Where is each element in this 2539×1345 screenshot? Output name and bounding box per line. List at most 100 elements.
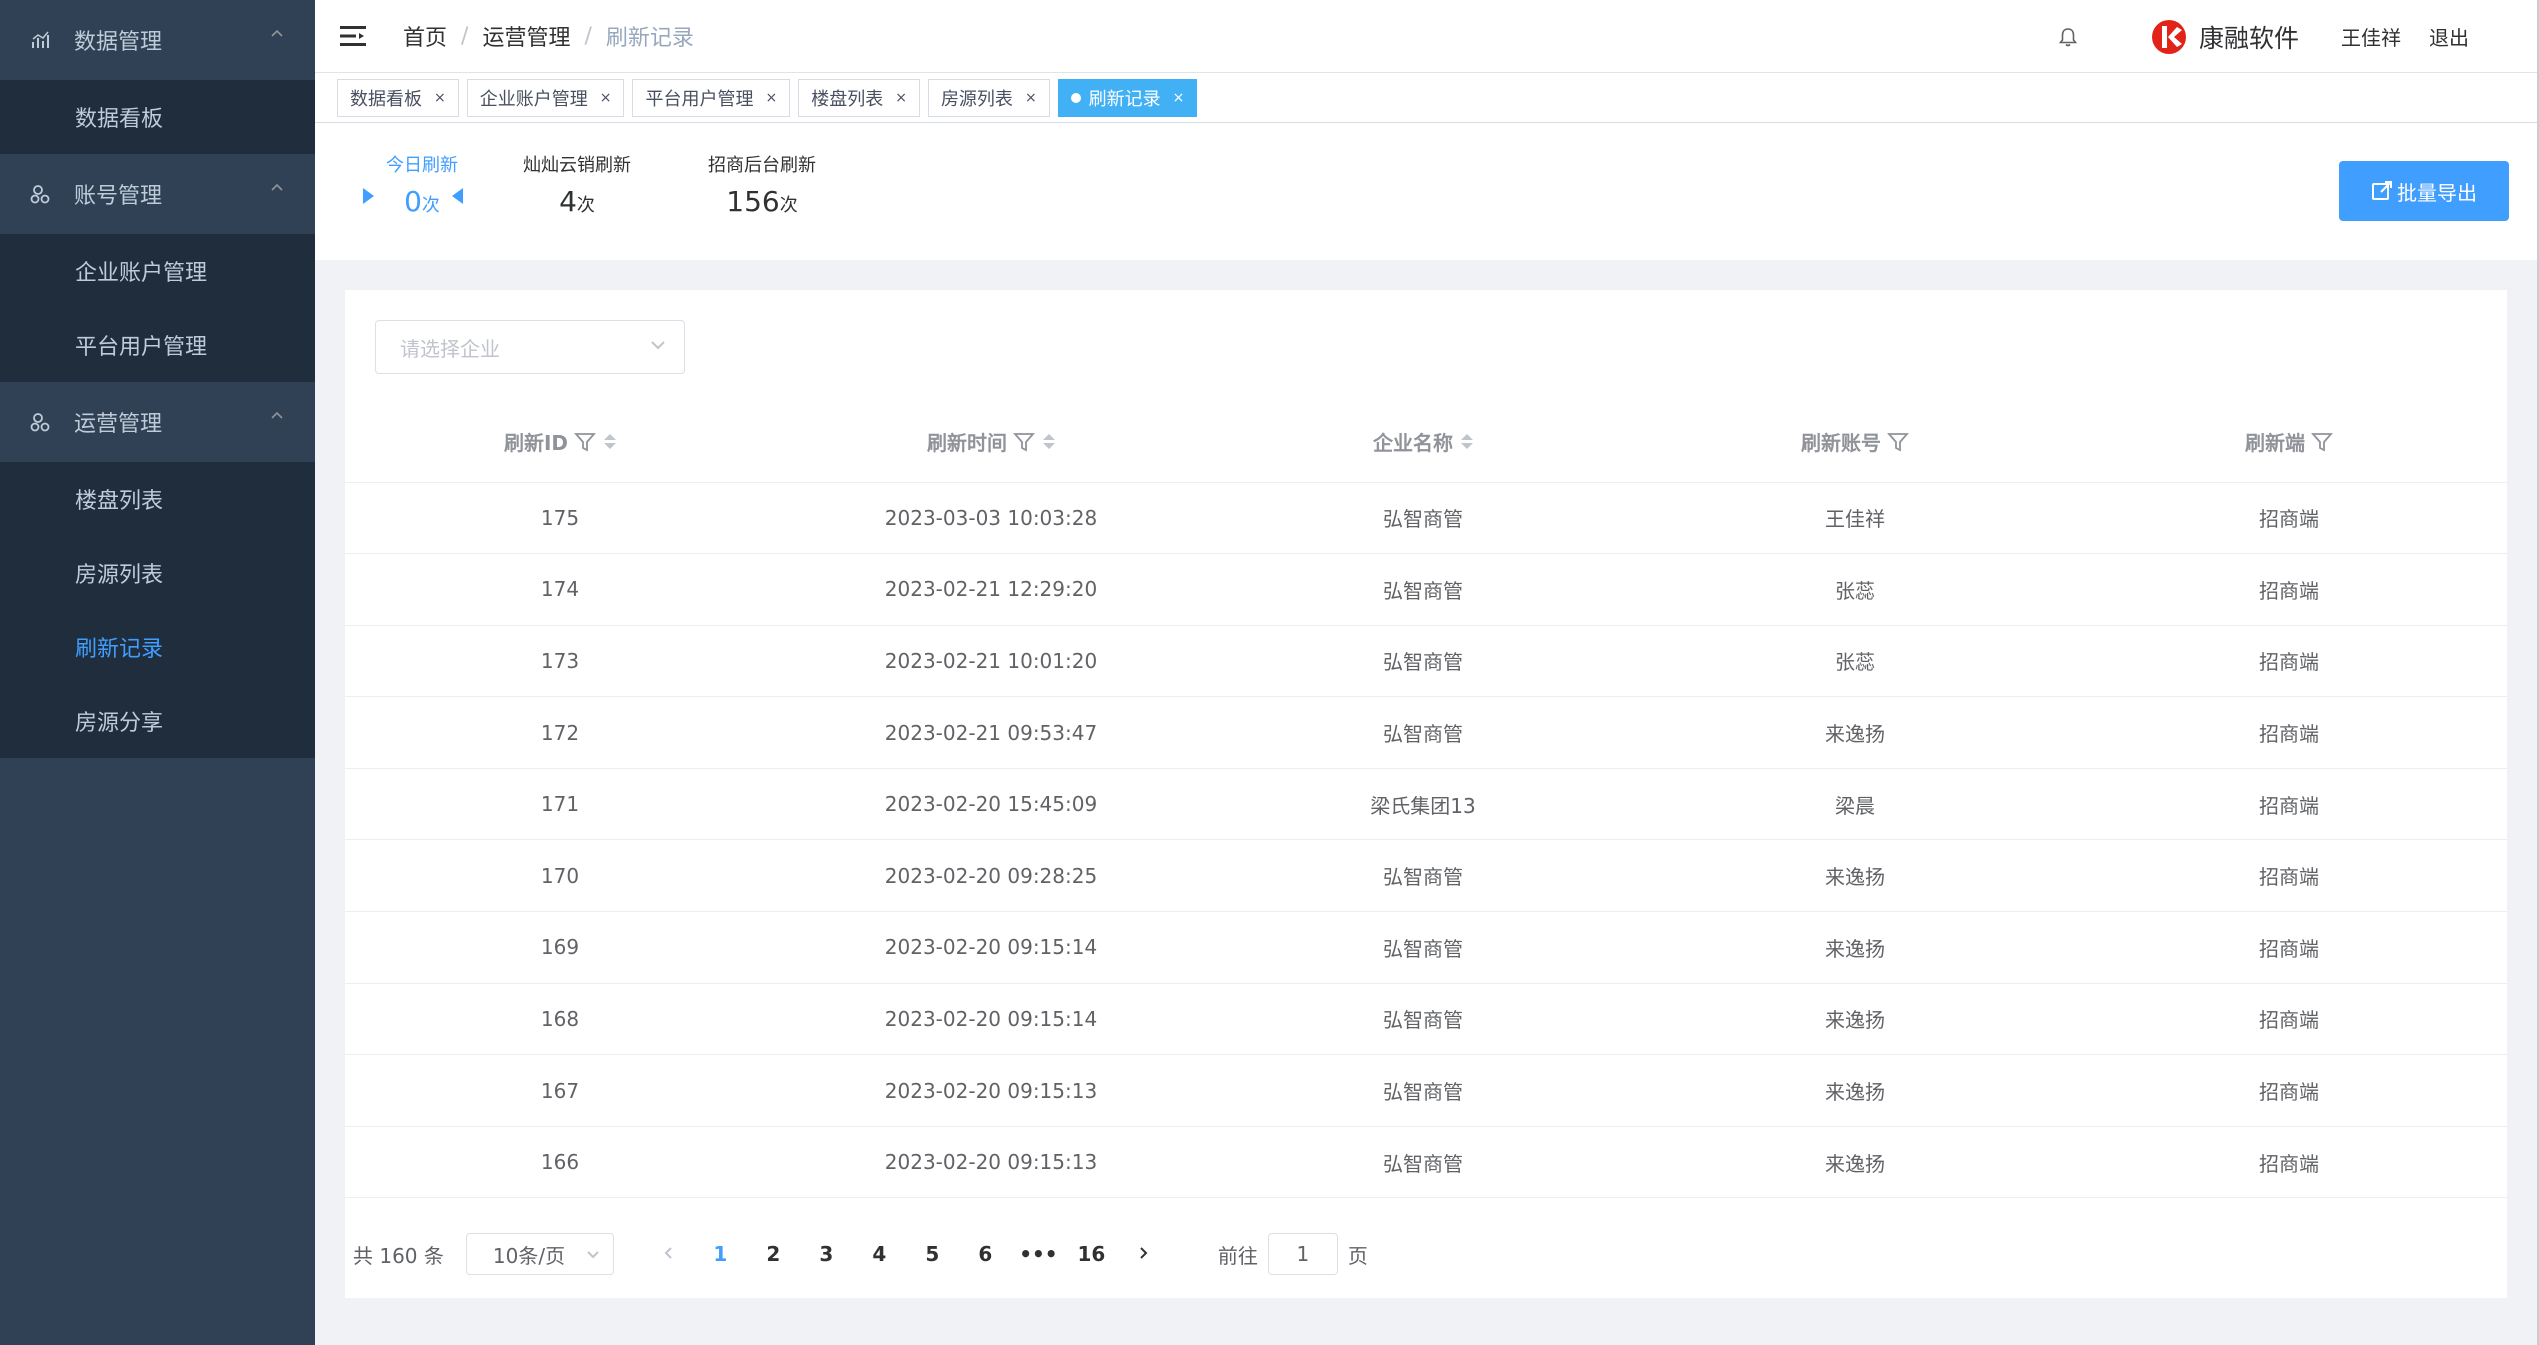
- sidebar-submenu-title[interactable]: 运营管理: [0, 382, 315, 462]
- filter-icon[interactable]: [574, 431, 596, 453]
- col-refresh-client[interactable]: 刷新端: [2071, 402, 2507, 483]
- close-icon[interactable]: ×: [765, 90, 777, 106]
- page-number[interactable]: 1: [694, 1242, 747, 1266]
- col-refresh-time[interactable]: 刷新时间: [775, 402, 1207, 483]
- filter-icon[interactable]: [2311, 431, 2333, 453]
- tag-tab[interactable]: 楼盘列表 ×: [798, 78, 920, 117]
- sort-caret-icon[interactable]: [604, 434, 617, 450]
- cell-company-name: 弘智商管: [1207, 625, 1639, 698]
- col-refresh-account[interactable]: 刷新账号: [1639, 402, 2071, 483]
- sidebar-item[interactable]: 数据看板: [0, 80, 315, 154]
- table-row[interactable]: 167 2023-02-20 09:15:13 弘智商管 来逸扬 招商端: [345, 1054, 2507, 1127]
- filter-icon[interactable]: [1887, 431, 1909, 453]
- breadcrumb-home[interactable]: 首页: [403, 20, 447, 52]
- tag-tab-label: 房源列表: [940, 88, 1013, 110]
- batch-export-button[interactable]: 批量导出: [2339, 161, 2509, 221]
- tag-tab[interactable]: 房源列表 ×: [927, 78, 1050, 117]
- next-page-button[interactable]: [1126, 1242, 1160, 1266]
- logout-link[interactable]: 退出: [2429, 22, 2469, 51]
- page-number[interactable]: 2: [747, 1242, 800, 1266]
- stat-backend-label: 招商后台刷新: [708, 155, 816, 176]
- stat-backend-unit: 次: [779, 195, 798, 216]
- table-row[interactable]: 175 2023-03-03 10:03:28 弘智商管 王佳祥 招商端: [345, 482, 2507, 555]
- bell-icon[interactable]: [2057, 26, 2079, 48]
- cell-refresh-client: 招商端: [2071, 768, 2507, 841]
- sidebar-item[interactable]: 楼盘列表: [0, 462, 315, 536]
- refresh-records-table: 刷新ID 刷新时间 企业名称 刷新账号 刷新端 175 2023-03-03 1…: [345, 402, 2507, 1199]
- page-number[interactable]: 6: [959, 1242, 1012, 1266]
- close-icon[interactable]: ×: [600, 90, 612, 106]
- close-icon[interactable]: ×: [434, 90, 446, 106]
- cell-refresh-id: 167: [345, 1054, 775, 1127]
- prev-page-button[interactable]: [652, 1242, 686, 1266]
- cell-refresh-client: 招商端: [2071, 839, 2507, 913]
- tag-tab[interactable]: 数据看板 ×: [337, 78, 459, 117]
- page-number[interactable]: 4: [853, 1242, 906, 1266]
- sidebar-item[interactable]: 平台用户管理: [0, 308, 315, 382]
- page-number[interactable]: 16: [1065, 1242, 1118, 1266]
- cell-refresh-account: 来逸扬: [1639, 839, 2071, 913]
- sidebar-submenu-label: 账号管理: [74, 184, 163, 209]
- cell-refresh-time: 2023-02-20 09:15:14: [775, 911, 1207, 984]
- brand-mark-icon: [2151, 19, 2186, 54]
- goto-page-input[interactable]: 1: [1267, 1233, 1338, 1275]
- col-refresh-client-label: 刷新端: [2245, 431, 2305, 456]
- filter-icon[interactable]: [1013, 431, 1035, 453]
- cell-company-name: 弘智商管: [1207, 911, 1639, 984]
- page-number[interactable]: 3: [800, 1242, 853, 1266]
- col-company-name[interactable]: 企业名称: [1207, 402, 1639, 483]
- chevron-up-icon: [269, 180, 285, 201]
- more-pages-icon[interactable]: •••: [1012, 1242, 1065, 1266]
- stat-cloud-unit: 次: [576, 195, 595, 216]
- stat-backend[interactable]: 招商后台刷新 156次: [697, 151, 827, 218]
- table-body: 175 2023-03-03 10:03:28 弘智商管 王佳祥 招商端 174 2023-…: [345, 482, 2507, 1199]
- table-row[interactable]: 172 2023-02-21 09:53:47 弘智商管 来逸扬 招商端: [345, 696, 2507, 769]
- table-row[interactable]: 169 2023-02-20 09:15:14 弘智商管 来逸扬 招商端: [345, 911, 2507, 984]
- close-icon[interactable]: ×: [1025, 90, 1037, 106]
- sidebar-submenu-label: 运营管理: [74, 412, 163, 437]
- sidebar-submenu-title[interactable]: 账号管理: [0, 154, 315, 234]
- sidebar-item[interactable]: 企业账户管理: [0, 234, 315, 308]
- cell-refresh-time: 2023-02-20 09:15:14: [775, 983, 1207, 1056]
- cell-refresh-client: 招商端: [2071, 1054, 2507, 1127]
- sidebar-item[interactable]: 房源列表: [0, 536, 315, 610]
- close-icon[interactable]: ×: [895, 90, 907, 106]
- sidebar-item[interactable]: 房源分享: [0, 684, 315, 758]
- table-row[interactable]: 173 2023-02-21 10:01:20 弘智商管 张蕊 招商端: [345, 625, 2507, 698]
- table-row[interactable]: 168 2023-02-20 09:15:14 弘智商管 来逸扬 招商端: [345, 983, 2507, 1056]
- cell-refresh-client: 招商端: [2071, 983, 2507, 1056]
- user-name[interactable]: 王佳祥: [2341, 22, 2401, 51]
- export-icon: [2372, 181, 2392, 200]
- tag-tab[interactable]: 企业账户管理 ×: [466, 78, 625, 117]
- users-icon: [28, 409, 54, 435]
- sort-caret-icon[interactable]: [1461, 434, 1473, 450]
- right-menu: 康融软件 王佳祥 退出: [2057, 0, 2539, 73]
- cell-refresh-client: 招商端: [2071, 482, 2507, 555]
- goto-prefix: 前往: [1217, 1243, 1258, 1268]
- col-refresh-id[interactable]: 刷新ID: [345, 402, 775, 483]
- page-number[interactable]: 5: [906, 1242, 959, 1266]
- company-select[interactable]: 请选择企业: [375, 320, 685, 374]
- table-header-row: 刷新ID 刷新时间 企业名称 刷新账号 刷新端: [345, 402, 2507, 483]
- table-row[interactable]: 174 2023-02-21 12:29:20 弘智商管 张蕊 招商端: [345, 553, 2507, 626]
- breadcrumb-operations[interactable]: 运营管理: [482, 20, 570, 52]
- hamburger-icon[interactable]: [340, 25, 366, 47]
- stat-today[interactable]: 今日刷新 0次: [363, 151, 481, 218]
- tag-tab-label: 企业账户管理: [479, 88, 588, 110]
- stat-cloud[interactable]: 灿灿云销刷新 4次: [512, 151, 642, 218]
- table-row[interactable]: 170 2023-02-20 09:28:25 弘智商管 来逸扬 招商端: [345, 839, 2507, 913]
- close-icon[interactable]: ×: [1173, 90, 1185, 106]
- table-row[interactable]: 171 2023-02-20 15:45:09 梁氏集团13 梁晨 招商端: [345, 768, 2507, 841]
- sidebar-submenu-title[interactable]: 数据管理: [0, 0, 315, 80]
- tag-tab-label: 楼盘列表: [811, 88, 884, 110]
- cell-company-name: 弘智商管: [1207, 696, 1639, 769]
- table-row[interactable]: 166 2023-02-20 09:15:13 弘智商管 来逸扬 招商端: [345, 1126, 2507, 1199]
- cell-company-name: 梁氏集团13: [1207, 768, 1639, 841]
- tag-tab[interactable]: 刷新记录 ×: [1057, 78, 1198, 117]
- tag-tab[interactable]: 平台用户管理 ×: [632, 78, 791, 117]
- sort-caret-icon[interactable]: [1043, 434, 1055, 450]
- sidebar-item[interactable]: 刷新记录: [0, 610, 315, 684]
- stat-today-value: 0次: [363, 185, 481, 218]
- cell-refresh-time: 2023-02-20 09:15:13: [775, 1054, 1207, 1127]
- page-size-select[interactable]: 10条/页: [465, 1233, 614, 1275]
